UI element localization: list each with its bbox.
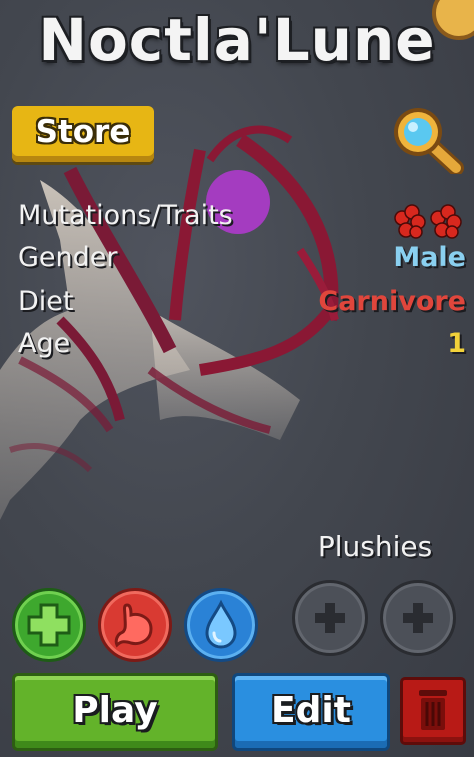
- edit-button-label: Edit: [271, 690, 351, 731]
- thirst-button[interactable]: [184, 588, 258, 662]
- plus-icon: [27, 603, 71, 647]
- age-value: 1: [447, 328, 466, 359]
- gender-value: Male: [393, 242, 466, 273]
- magnifier-icon[interactable]: [386, 104, 464, 174]
- edit-button[interactable]: Edit: [232, 673, 390, 751]
- creature-illustration: [0, 125, 339, 520]
- plushie-slot-2[interactable]: [380, 580, 456, 656]
- add-plushie-icon: [315, 603, 345, 633]
- play-button[interactable]: Play: [12, 673, 218, 751]
- add-plushie-icon: [403, 603, 433, 633]
- water-drop-icon: [205, 599, 237, 649]
- hunger-button[interactable]: [98, 588, 172, 662]
- plushie-slot-1[interactable]: [292, 580, 368, 656]
- health-button[interactable]: [12, 588, 86, 662]
- trash-icon: [419, 690, 447, 730]
- stomach-icon: [114, 603, 153, 648]
- creature-card: Noctla'Lune Store Mutations/Traits Gende…: [0, 0, 474, 757]
- diet-label: Diet: [18, 286, 74, 317]
- delete-button[interactable]: [400, 677, 466, 745]
- age-label: Age: [18, 328, 71, 359]
- creature-name: Noctla'Lune: [38, 6, 436, 74]
- play-button-label: Play: [72, 690, 158, 731]
- plushies-label: Plushies: [317, 530, 433, 563]
- gender-label: Gender: [18, 242, 118, 273]
- trait-clusters-icon[interactable]: [392, 204, 464, 240]
- mutations-label: Mutations/Traits: [18, 200, 233, 231]
- diet-value: Carnivore: [318, 286, 466, 317]
